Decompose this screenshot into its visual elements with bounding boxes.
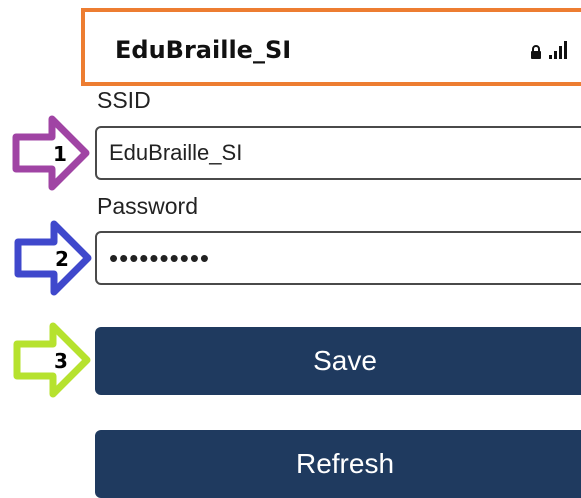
lock-icon bbox=[531, 45, 541, 59]
annotation-number-1: 1 bbox=[53, 142, 67, 166]
annotation-number-2: 2 bbox=[55, 247, 69, 271]
signal-strength-icon bbox=[549, 41, 567, 59]
save-button[interactable]: Save bbox=[95, 327, 581, 395]
ssid-input[interactable] bbox=[95, 126, 581, 180]
wifi-network-item[interactable]: EduBraille_SI bbox=[81, 8, 581, 86]
password-input[interactable] bbox=[95, 231, 581, 285]
annotation-arrow-3: 3 bbox=[13, 322, 91, 398]
annotation-arrow-2: 2 bbox=[14, 220, 92, 296]
network-name: EduBraille_SI bbox=[115, 36, 292, 64]
ssid-label: SSID bbox=[97, 87, 151, 113]
refresh-button[interactable]: Refresh bbox=[95, 430, 581, 498]
annotation-number-3: 3 bbox=[54, 349, 68, 373]
password-label: Password bbox=[97, 193, 198, 219]
annotation-arrow-1: 1 bbox=[12, 115, 90, 191]
